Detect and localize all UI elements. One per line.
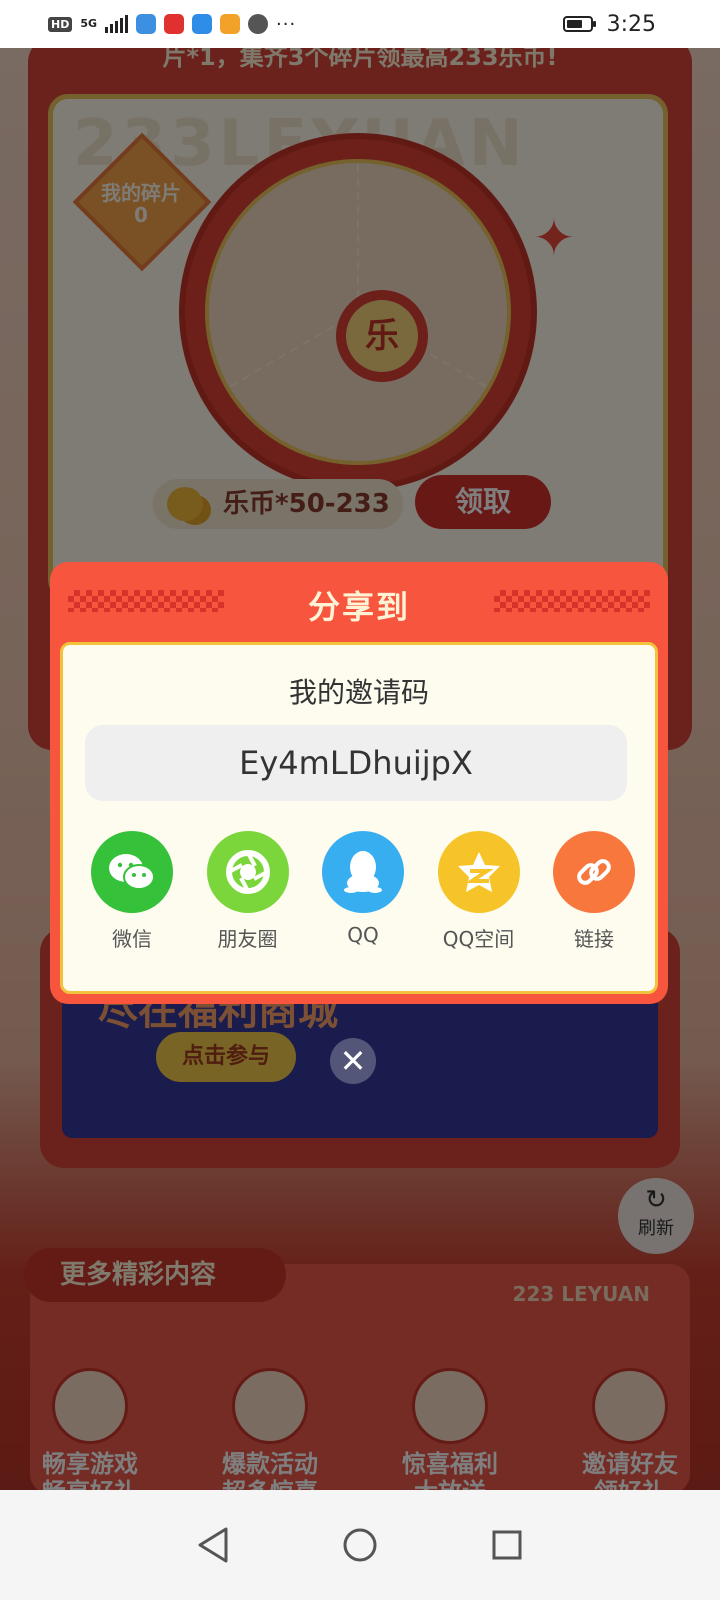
message-icon [248,14,269,34]
battery-icon [562,16,596,32]
recents-icon [492,1530,522,1560]
copy-link-button[interactable]: 链接 [539,831,649,952]
share-qq-label: QQ [347,923,379,947]
qzone-icon [437,831,520,913]
share-moments-button[interactable]: 朋友圈 [193,831,303,952]
copy-link-label: 链接 [574,927,614,951]
moments-icon [206,831,289,913]
signal-icon [105,15,129,33]
close-icon[interactable]: ✕ [330,1038,376,1084]
link-icon [553,831,635,913]
browser-icon [136,14,157,34]
wechat-icon [91,831,173,913]
clock: 3:25 [606,11,656,37]
network-type: 5G [80,17,98,30]
back-button[interactable] [188,1520,238,1570]
back-icon [198,1527,228,1563]
home-button[interactable] [335,1520,385,1570]
share-wechat-label: 微信 [112,927,152,951]
status-bar: HD 5G ··· 3:25 [0,0,720,48]
qq-icon [322,831,404,913]
recents-button[interactable] [482,1520,532,1570]
invite-code-field[interactable]: Ey4mLDhuijpX [85,725,627,801]
share-wechat-button[interactable]: 微信 [77,831,187,952]
dialog-title: 分享到 [307,588,410,626]
share-qq-button[interactable]: QQ [308,831,418,952]
share-moments-label: 朋友圈 [217,927,278,951]
share-options: 微信 朋友圈 QQ QQ空间 链接 [77,831,649,952]
weather-icon [192,14,213,34]
app-notification-icon [220,14,241,34]
share-dialog: 分享到 我的邀请码 Ey4mLDhuijpX 微信 朋友圈 QQ QQ空间 链接 [50,562,668,1004]
home-icon [343,1528,377,1562]
hd-indicator: HD [48,16,73,32]
more-notifications: ··· [276,13,297,35]
share-qzone-button[interactable]: QQ空间 [424,831,534,952]
invite-code-label: 我的邀请码 [288,676,429,709]
dialog-body: 我的邀请码 Ey4mLDhuijpX 微信 朋友圈 QQ QQ空间 链接 [60,642,658,994]
navigation-bar [0,1490,720,1600]
app-notification-icon [164,14,185,34]
share-qzone-label: QQ空间 [442,927,515,951]
